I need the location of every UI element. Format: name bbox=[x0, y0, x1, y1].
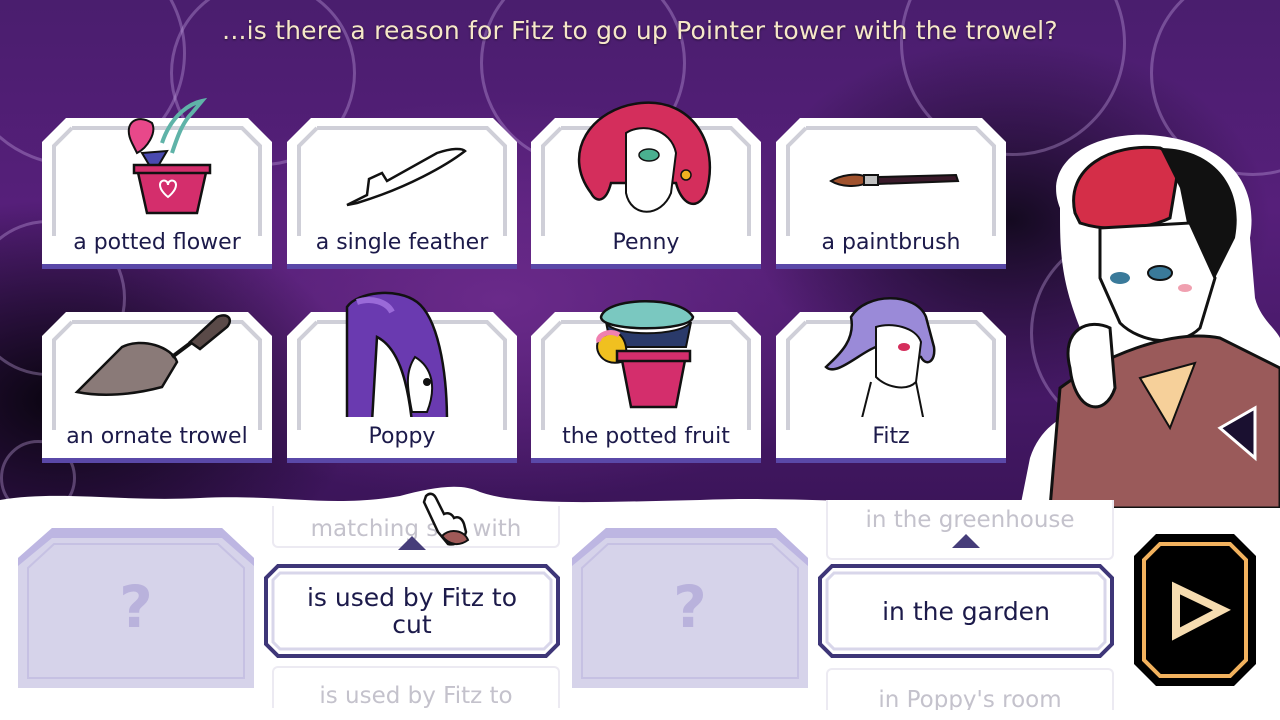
card-label: an ornate trowel bbox=[66, 424, 248, 449]
fitz-portrait-icon bbox=[824, 297, 936, 417]
poppy-portrait-icon bbox=[345, 291, 449, 417]
card-label: a potted flower bbox=[73, 230, 241, 255]
card-potted-fruit[interactable]: the potted fruit bbox=[531, 300, 761, 464]
scroll-up-arrow-icon[interactable] bbox=[952, 534, 980, 548]
option-text: in Poppy's room bbox=[878, 687, 1062, 710]
speaker-portrait-icon bbox=[1020, 134, 1280, 508]
picker-option-next[interactable]: in Poppy's room bbox=[826, 668, 1114, 710]
option-text: in the garden bbox=[882, 596, 1050, 626]
option-text: is used by Fitz to bbox=[319, 683, 513, 708]
play-icon bbox=[1134, 534, 1256, 686]
card-potted-flower[interactable]: a potted flower bbox=[42, 97, 272, 270]
card-paintbrush[interactable]: a paintbrush bbox=[776, 118, 1006, 270]
question-prompt: ...is there a reason for Fitz to go up P… bbox=[222, 16, 1058, 45]
subject-slot-2[interactable]: ? bbox=[572, 528, 808, 688]
question-mark-icon: ? bbox=[119, 573, 153, 641]
picker-option-selected[interactable]: in the garden bbox=[818, 564, 1114, 658]
potted-flower-icon bbox=[127, 97, 212, 215]
phrase-picker-1: matching sox with is used by Fitz to cut… bbox=[264, 506, 564, 708]
feather-icon bbox=[346, 147, 467, 207]
phrase-picker-2: in the greenhouse in the garden in Poppy… bbox=[818, 500, 1118, 710]
option-text: is used by Fitz to cut bbox=[306, 583, 518, 639]
card-penny[interactable]: Penny bbox=[531, 101, 761, 270]
trowel-icon bbox=[74, 314, 232, 396]
picker-option-selected[interactable]: is used by Fitz to cut bbox=[264, 564, 560, 658]
card-poppy[interactable]: Poppy bbox=[287, 291, 517, 464]
picker-option-previous[interactable]: in the greenhouse bbox=[826, 500, 1114, 560]
submit-button[interactable] bbox=[1134, 534, 1256, 686]
option-text: in the greenhouse bbox=[865, 507, 1075, 533]
picker-option-next[interactable]: is used by Fitz to bbox=[272, 666, 560, 708]
subject-slot-1[interactable]: ? bbox=[18, 528, 254, 688]
paintbrush-icon bbox=[829, 173, 960, 187]
card-label: Penny bbox=[612, 230, 680, 255]
card-label: Fitz bbox=[872, 424, 910, 449]
card-label: a paintbrush bbox=[821, 230, 961, 255]
potted-fruit-icon bbox=[596, 300, 695, 409]
card-single-feather[interactable]: a single feather bbox=[287, 118, 517, 270]
card-label: a single feather bbox=[315, 230, 489, 255]
card-label: Poppy bbox=[368, 424, 436, 449]
hand-cursor-icon bbox=[422, 492, 470, 546]
card-fitz[interactable]: Fitz bbox=[776, 297, 1006, 464]
card-label: the potted fruit bbox=[562, 424, 730, 449]
card-ornate-trowel[interactable]: an ornate trowel bbox=[42, 312, 272, 464]
question-mark-icon: ? bbox=[673, 573, 707, 641]
penny-portrait-icon bbox=[577, 101, 712, 213]
